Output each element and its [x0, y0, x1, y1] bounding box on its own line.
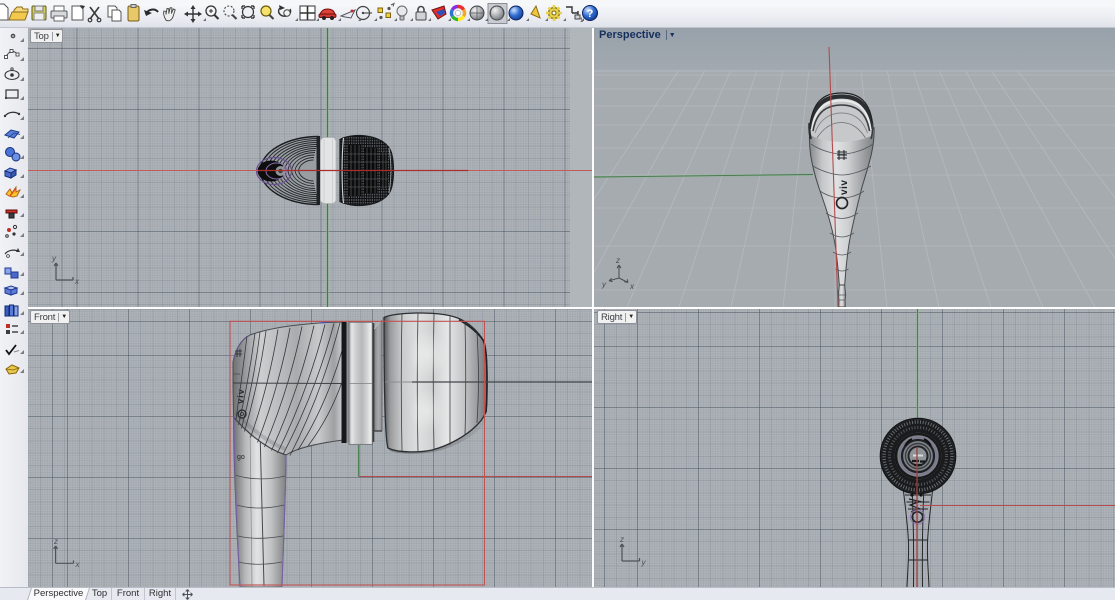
svg-text:x: x — [74, 277, 80, 286]
svg-text:x: x — [75, 560, 81, 569]
svg-text:y: y — [641, 558, 647, 567]
svg-text:z: z — [53, 537, 58, 546]
svg-text:?: ? — [587, 8, 594, 20]
svg-text:z: z — [615, 256, 620, 265]
svg-text:viv: viv — [235, 388, 246, 404]
svg-text:go: go — [237, 454, 245, 461]
svg-text:y: y — [51, 254, 57, 263]
svg-text:viv: viv — [839, 180, 850, 195]
svg-text:z: z — [619, 535, 624, 544]
